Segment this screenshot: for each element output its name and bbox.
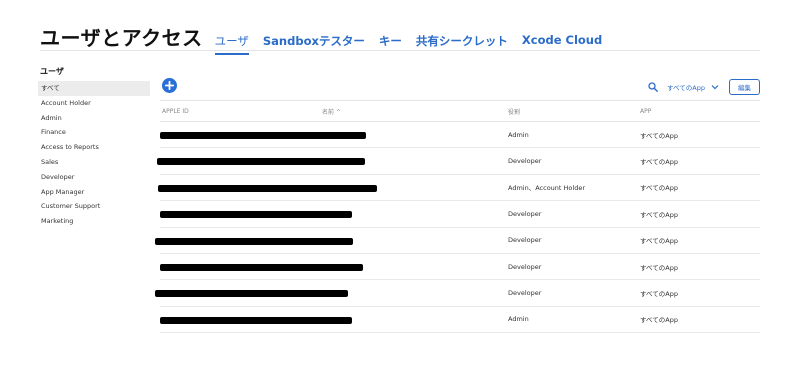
column-header-role[interactable]: 役割 xyxy=(506,100,638,122)
sidebar-item-finance[interactable]: Finance xyxy=(38,125,150,140)
name-cell xyxy=(320,121,506,149)
table-row[interactable]: Developer すべてのApp xyxy=(155,279,760,307)
header-divider xyxy=(40,50,760,51)
app-filter-label: すべてのApp xyxy=(667,84,705,92)
name-cell xyxy=(320,227,506,254)
sidebar-heading: ユーザ xyxy=(40,67,64,76)
search-icon[interactable] xyxy=(648,82,658,92)
name-cell xyxy=(320,279,506,307)
sidebar: ユーザ すべて Account Holder Admin Finance Acc… xyxy=(38,66,150,229)
table-row[interactable]: Admin すべてのApp xyxy=(160,121,760,149)
app-cell: すべてのApp xyxy=(638,200,760,228)
sidebar-item-developer[interactable]: Developer xyxy=(38,170,150,185)
name-cell xyxy=(320,200,506,228)
tab-xcode-cloud[interactable]: Xcode Cloud xyxy=(522,33,602,55)
tab-shared-secret[interactable]: 共有シークレット xyxy=(416,33,508,55)
apple-id-cell xyxy=(160,121,366,149)
app-cell: すべてのApp xyxy=(638,306,760,334)
table-row[interactable]: Developer すべてのApp xyxy=(160,200,760,228)
sidebar-item-all[interactable]: すべて xyxy=(38,81,150,96)
apple-id-cell xyxy=(155,227,353,254)
tab-users[interactable]: ユーザ xyxy=(214,33,249,55)
tab-bar: ユーザ Sandboxテスター キー 共有シークレット Xcode Cloud xyxy=(214,33,617,55)
role-cell: Developer xyxy=(506,147,638,175)
edit-button[interactable]: 編集 xyxy=(729,79,760,95)
app-cell: すべてのApp xyxy=(638,227,760,254)
sidebar-item-marketing[interactable]: Marketing xyxy=(38,214,150,229)
role-cell: Admin xyxy=(506,306,638,334)
role-cell: Developer xyxy=(506,200,638,228)
table-row[interactable]: Developer すべてのApp xyxy=(157,147,760,175)
name-cell xyxy=(320,306,506,334)
table-row[interactable]: Developer すべてのApp xyxy=(160,253,760,281)
table-toolbar: すべてのApp 編集 xyxy=(648,79,760,95)
app-cell: すべてのApp xyxy=(638,174,760,202)
apple-id-cell xyxy=(160,253,363,281)
sidebar-item-admin[interactable]: Admin xyxy=(38,111,150,126)
table-row[interactable]: Admin、Account Holder すべてのApp xyxy=(158,174,760,202)
sort-ascending-icon: ^ xyxy=(335,108,341,116)
app-filter-select[interactable]: すべてのApp xyxy=(667,82,719,92)
name-cell xyxy=(320,253,506,281)
table-row[interactable]: Admin すべてのApp xyxy=(160,306,760,334)
apple-id-cell xyxy=(158,174,377,202)
table-row[interactable]: Developer すべてのApp xyxy=(155,227,760,254)
apple-id-cell xyxy=(160,306,352,334)
role-cell: Admin、Account Holder xyxy=(506,174,638,202)
role-cell: Developer xyxy=(506,227,638,254)
app-cell: すべてのApp xyxy=(638,253,760,281)
name-cell xyxy=(320,174,506,202)
name-cell xyxy=(320,147,506,175)
table-header-row: APPLE ID 名前 ^ 役割 APP xyxy=(160,100,760,122)
sidebar-item-account-holder[interactable]: Account Holder xyxy=(38,96,150,111)
app-cell: すべてのApp xyxy=(638,279,760,307)
column-header-app[interactable]: APP xyxy=(638,100,760,122)
role-cell: Developer xyxy=(506,253,638,281)
page-title: ユーザとアクセス xyxy=(40,26,203,50)
app-cell: すべてのApp xyxy=(638,121,760,149)
tab-sandbox-testers[interactable]: Sandboxテスター xyxy=(263,33,365,55)
sidebar-item-customer-support[interactable]: Customer Support xyxy=(38,199,150,214)
column-header-name[interactable]: 名前 ^ xyxy=(320,100,506,122)
column-header-apple-id[interactable]: APPLE ID xyxy=(160,100,320,122)
apple-id-cell xyxy=(160,200,352,228)
sidebar-item-access-to-reports[interactable]: Access to Reports xyxy=(38,140,150,155)
add-user-button[interactable] xyxy=(162,78,177,93)
column-header-name-label: 名前 xyxy=(322,108,335,116)
app-cell: すべてのApp xyxy=(638,147,760,175)
sidebar-item-app-manager[interactable]: App Manager xyxy=(38,185,150,200)
tab-keys[interactable]: キー xyxy=(379,33,402,55)
role-cell: Admin xyxy=(506,121,638,149)
role-cell: Developer xyxy=(506,279,638,307)
users-table: APPLE ID 名前 ^ 役割 APP Admin すべてのApp Devel… xyxy=(155,100,760,334)
sidebar-item-sales[interactable]: Sales xyxy=(38,155,150,170)
chevron-down-icon xyxy=(711,85,719,90)
apple-id-cell xyxy=(155,279,348,307)
plus-icon xyxy=(164,80,175,91)
apple-id-cell xyxy=(157,147,365,175)
